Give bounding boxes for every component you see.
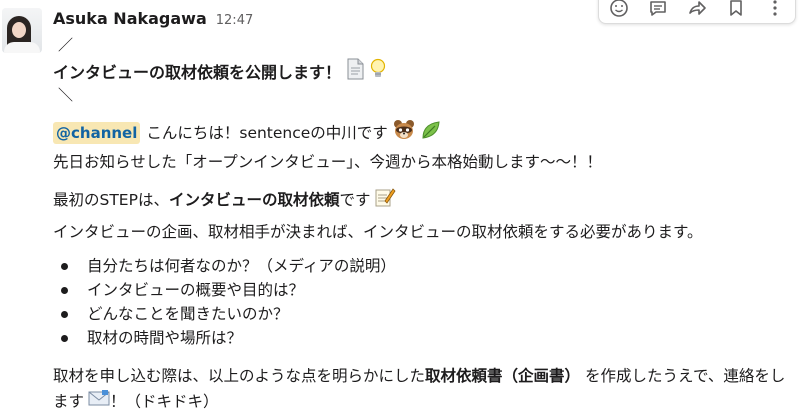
bullet-list: 自分たちは何者なのか？（メディアの説明） インタビューの概要や目的は？ どんなこ…: [53, 254, 396, 350]
share-icon: [689, 1, 706, 15]
first-step-line: 最初のSTEPは、 インタビューの取材依頼 です: [53, 186, 396, 214]
lightbulb-icon: [369, 58, 387, 84]
list-item-text: どんなことを聞きたいのか？: [87, 305, 289, 323]
first-step-bold: インタビューの取材依頼: [168, 191, 340, 209]
bullet-dot: [61, 335, 68, 342]
closing-paragraph: 取材を申し込む際は、以上のような点を明らかにした取材依頼書（企画書） を作成した…: [53, 364, 791, 415]
list-item: どんなことを聞きたいのか？: [53, 302, 396, 326]
bullet-dot: [61, 287, 68, 294]
reply-thread-icon: [649, 1, 666, 16]
list-item: インタビューの概要や目的は？: [53, 278, 396, 302]
message-title: インタビューの取材依頼を公開します！: [53, 58, 387, 84]
greeting-text: こんにちは！sentenceの中川です: [146, 124, 388, 142]
slash-bottom: ＼: [58, 86, 74, 104]
announcement-line: 先日お知らせした「オープンインタビュー」、今週から本格始動します〜〜！！: [53, 153, 603, 171]
envelope-icon: [88, 389, 110, 415]
greeting-line: @channel こんにちは！sentenceの中川です: [53, 118, 442, 148]
bookmark-icon: [730, 0, 742, 16]
message-actions-toolbar: [598, 0, 796, 24]
leaf-icon: [420, 119, 442, 147]
list-item: 取材の時間や場所は？: [53, 326, 396, 350]
closing-bold: 取材依頼書（企画書）: [425, 367, 581, 385]
closing-prefix: 取材を申し込む際は、以上のような点を明らかにした: [53, 367, 426, 385]
list-item-text: 自分たちは何者なのか？（メディアの説明）: [87, 257, 396, 275]
closing-end: ！（ドキドキ）: [110, 392, 219, 411]
memo-icon: [374, 186, 396, 214]
document-icon: [345, 58, 365, 84]
avatar-shirt: [4, 42, 40, 53]
bullet-dot: [61, 263, 68, 270]
explanation-line: インタビューの企画、取材相手が決まれば、インタビューの取材依頼をする必要がありま…: [53, 223, 703, 241]
list-item: 自分たちは何者なのか？（メディアの説明）: [53, 254, 396, 278]
author-name[interactable]: Asuka Nakagawa: [53, 9, 207, 28]
emoji-reaction-icon: [609, 0, 628, 17]
avatar-face: [12, 22, 26, 38]
reply-thread-button[interactable]: [645, 0, 671, 21]
more-actions-button[interactable]: [762, 0, 788, 21]
timestamp[interactable]: 12:47: [216, 13, 253, 28]
channel-mention[interactable]: @channel: [53, 122, 141, 144]
first-step-prefix: 最初のSTEPは、: [53, 191, 169, 209]
avatar[interactable]: [2, 8, 42, 53]
title-text: インタビューの取材依頼を公開します！: [53, 63, 342, 82]
share-button[interactable]: [684, 0, 710, 21]
message-header: Asuka Nakagawa 12:47: [53, 9, 253, 29]
raccoon-icon: [392, 118, 416, 148]
list-item-text: 取材の時間や場所は？: [87, 329, 243, 347]
bookmark-button[interactable]: [723, 0, 749, 21]
list-item-text: インタビューの概要や目的は？: [87, 281, 305, 299]
slash-top: ／: [58, 36, 74, 54]
emoji-reaction-button[interactable]: [606, 0, 632, 21]
first-step-suffix: です: [339, 191, 371, 209]
bullet-dot: [61, 311, 68, 318]
more-icon: [773, 0, 777, 16]
